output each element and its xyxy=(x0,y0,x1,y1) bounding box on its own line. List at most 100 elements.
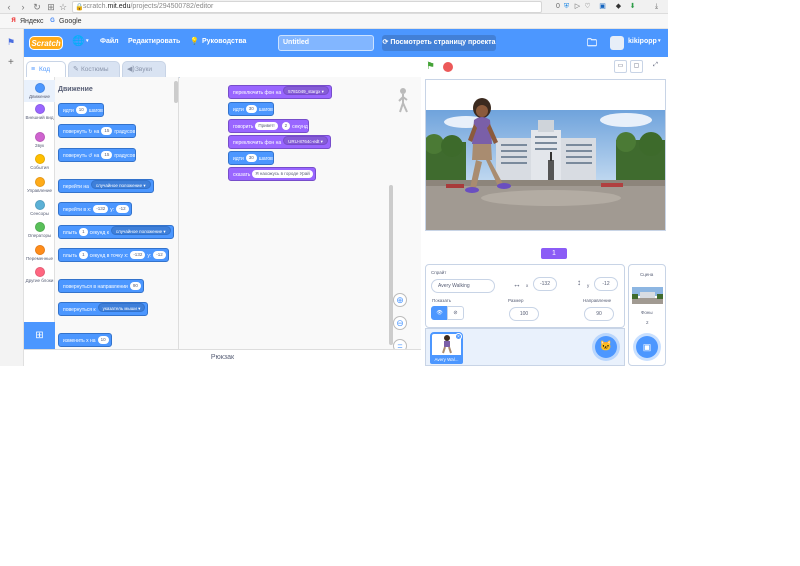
stop-icon[interactable] xyxy=(443,62,453,72)
forward-icon[interactable]: › xyxy=(18,2,28,12)
stage[interactable] xyxy=(425,79,666,231)
block-turn-left[interactable]: повернуть ↺ на 15 градусов xyxy=(58,148,137,162)
category-sensing[interactable]: Сенсоры xyxy=(24,200,55,216)
zoom-in-button[interactable]: ⊕ xyxy=(393,293,407,307)
x-input[interactable]: -132 xyxy=(533,277,557,291)
small-stage-button[interactable]: ▭ xyxy=(614,60,627,73)
category-control[interactable]: Управление xyxy=(24,177,55,193)
avatar[interactable] xyxy=(610,36,624,50)
block-input[interactable]: 1 xyxy=(79,228,88,236)
script-block-say[interactable]: сказать Я нахожусь в городе Урай xyxy=(228,167,316,181)
block-input[interactable]: 90 xyxy=(129,282,141,290)
script-block-move[interactable]: идти 30 шагов xyxy=(228,102,274,116)
block-input[interactable]: Я нахожусь в городе Урай xyxy=(252,170,313,178)
category-my-blocks[interactable]: Другие блоки xyxy=(24,267,55,283)
block-point-towards[interactable]: повернуться к указатель мыши ▾ xyxy=(58,302,149,316)
direction-input[interactable]: 90 xyxy=(584,307,614,321)
script-block-say-for-secs[interactable]: говорить Привет! 2 секунд xyxy=(228,119,309,133)
script-block-switch-backdrop-2[interactable]: переключить фон на URU-8764c-edt ▾ xyxy=(228,135,331,149)
add-extension-button[interactable]: ⊞ xyxy=(24,322,55,349)
folder-icon[interactable]: 🗀 xyxy=(587,36,597,53)
zoom-out-button[interactable]: ⊖ xyxy=(393,316,407,330)
script-block-move-2[interactable]: идти 30 шагов xyxy=(228,151,274,165)
stage-page-indicator[interactable]: 1 xyxy=(541,248,567,259)
block-dropdown[interactable]: URU-8764c-edt ▾ xyxy=(283,136,328,145)
tab-costumes[interactable]: ✎ Костюмы xyxy=(68,61,120,77)
project-title-input[interactable]: Untitled xyxy=(278,35,374,51)
tab-code[interactable]: ≡ Код xyxy=(26,61,66,77)
downloads-icon[interactable]: ⤓ xyxy=(652,2,661,11)
chevron-down-icon[interactable]: ▾ xyxy=(86,38,89,44)
block-goto-xy[interactable]: перейти в x: -132 y: -12 xyxy=(58,202,132,216)
puzzle-icon[interactable]: ▣ xyxy=(598,2,607,11)
add-sprite-button[interactable]: 🐱 xyxy=(595,336,617,358)
category-looks[interactable]: Внешний вид xyxy=(24,104,55,120)
category-motion[interactable]: Движение xyxy=(24,80,55,102)
reload-icon[interactable]: ↻ xyxy=(32,2,42,12)
account-chevron-icon[interactable]: ▾ xyxy=(658,38,661,44)
sprite-name-input[interactable]: Avery Walking xyxy=(431,279,495,293)
block-change-x[interactable]: изменить х на 10 xyxy=(58,333,112,347)
username[interactable]: kikipopp xyxy=(628,38,657,45)
download-arrow-icon[interactable]: ⬇ xyxy=(628,2,637,11)
backpack[interactable]: Рюкзак xyxy=(24,349,421,366)
tab-sounds[interactable]: ◀) Звуки xyxy=(122,61,166,77)
block-input[interactable]: Привет! xyxy=(255,122,278,130)
delete-sprite-icon[interactable]: × xyxy=(455,333,462,340)
heart-icon[interactable]: ♡ xyxy=(583,2,592,11)
scratch-logo[interactable]: Scratch xyxy=(29,36,63,50)
block-input[interactable]: -12 xyxy=(153,251,166,259)
fullscreen-icon[interactable]: ⤢ xyxy=(649,60,662,73)
block-glide-xy[interactable]: плыть 1 секунд в точку x: -132 y: -12 xyxy=(58,248,169,262)
block-dropdown[interactable]: случайное положение ▾ xyxy=(110,226,171,235)
block-input[interactable]: 15 xyxy=(101,151,113,159)
large-stage-button[interactable]: ▢ xyxy=(630,60,643,73)
read-icon[interactable]: ▷ xyxy=(573,2,582,11)
shield-icon[interactable]: ⛨ xyxy=(562,2,571,11)
bookmark-icon[interactable]: ☆ xyxy=(58,2,68,12)
sidebar-app-icon[interactable]: ⚑ xyxy=(7,37,15,48)
grid-icon[interactable]: ⊞ xyxy=(46,2,56,12)
block-input[interactable]: -132 xyxy=(130,251,146,259)
address-bar[interactable]: 🔒 scratch.mit.edu/projects/294500782/edit… xyxy=(72,1,542,13)
menu-tutorials[interactable]: Руководства xyxy=(202,38,246,45)
add-panel-icon[interactable]: + xyxy=(8,57,14,68)
block-input[interactable]: 30 xyxy=(245,154,257,162)
y-input[interactable]: -12 xyxy=(594,277,618,291)
script-scrollbar[interactable] xyxy=(389,185,393,345)
script-block-switch-backdrop[interactable]: переключить фон на 5781049_stargx ▾ xyxy=(228,85,332,99)
show-visible-button[interactable]: 👁 xyxy=(431,306,448,320)
script-area[interactable]: переключить фон на 5781049_stargx ▾ идти 3… xyxy=(180,77,421,353)
bookmark-google[interactable]: Google xyxy=(59,14,82,29)
block-input[interactable]: -12 xyxy=(116,205,129,213)
block-dropdown[interactable]: случайное положение ▾ xyxy=(90,180,151,189)
block-input[interactable]: 1 xyxy=(79,251,88,259)
block-glide[interactable]: плыть 1 секунд к случайное положение ▾ xyxy=(58,225,174,239)
menu-edit[interactable]: Редактировать xyxy=(128,38,180,45)
category-events[interactable]: События xyxy=(24,154,55,170)
block-input[interactable]: -132 xyxy=(93,205,109,213)
block-input[interactable]: 10 xyxy=(75,106,87,114)
block-turn-right[interactable]: повернуть ↻ на 15 градусов xyxy=(58,124,137,138)
show-hidden-button[interactable]: ⊘ xyxy=(447,306,464,320)
add-backdrop-button[interactable]: ▣ xyxy=(636,336,658,358)
block-goto[interactable]: перейти на случайное положение ▾ xyxy=(58,179,154,193)
globe-icon[interactable]: 🌐 xyxy=(72,36,84,47)
block-dropdown[interactable]: указатель мыши ▾ xyxy=(97,303,146,312)
green-flag-icon[interactable]: ⚑ xyxy=(426,61,438,73)
size-input[interactable]: 100 xyxy=(509,307,539,321)
block-move[interactable]: идти 10 шагов xyxy=(58,103,104,117)
category-variables[interactable]: Переменные xyxy=(24,245,55,261)
block-dropdown[interactable]: 5781049_stargx ▾ xyxy=(283,86,329,95)
block-point-direction[interactable]: повернуться в направлении 90 xyxy=(58,279,144,293)
back-icon[interactable]: ‹ xyxy=(4,2,14,12)
menu-file[interactable]: Файл xyxy=(100,38,119,45)
palette-scrollbar[interactable] xyxy=(174,81,178,103)
block-input[interactable]: 2 xyxy=(281,122,291,130)
category-sound[interactable]: Звук xyxy=(24,132,55,148)
extension-icon[interactable]: ◆ xyxy=(614,2,623,11)
block-input[interactable]: 30 xyxy=(245,105,257,113)
bookmark-yandex[interactable]: Яндекс xyxy=(20,14,44,29)
block-input[interactable]: 15 xyxy=(101,127,113,135)
block-input[interactable]: 10 xyxy=(97,336,109,344)
